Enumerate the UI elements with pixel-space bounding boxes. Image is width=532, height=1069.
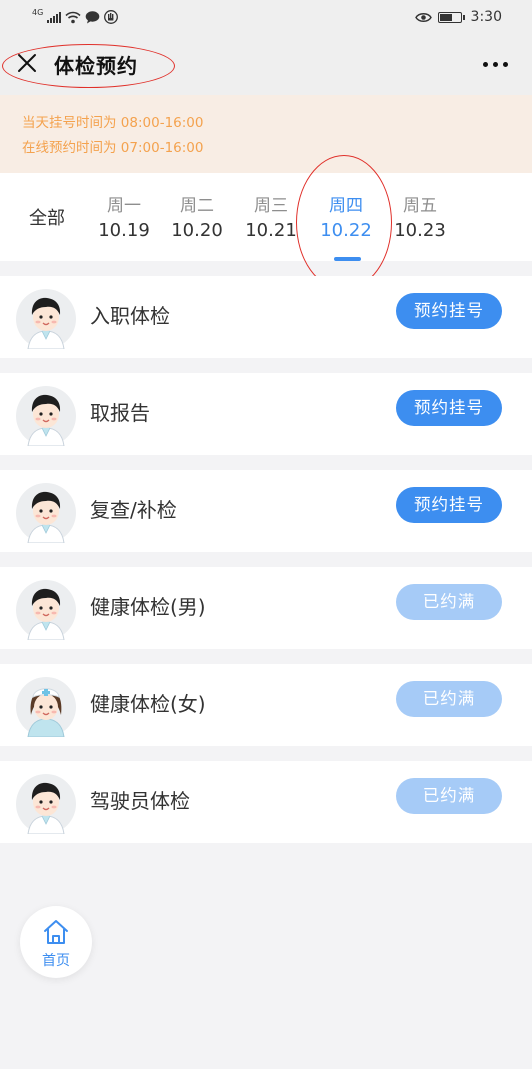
book-button[interactable]: 预约挂号 xyxy=(396,487,502,523)
chat-bubble-icon xyxy=(85,10,100,23)
date-tab-wed[interactable]: 周三 10.21 xyxy=(238,191,304,241)
hand-icon xyxy=(104,10,119,24)
service-item-health-male[interactable]: 健康体检(男) 已约满 xyxy=(0,567,532,649)
male-doctor-avatar xyxy=(16,580,76,640)
male-doctor-avatar xyxy=(16,483,76,543)
eye-icon xyxy=(414,12,432,22)
male-doctor-avatar xyxy=(16,774,76,834)
service-name: 复查/补检 xyxy=(90,498,177,522)
service-name: 健康体检(男) xyxy=(90,595,206,619)
home-button[interactable]: 首页 xyxy=(20,906,92,978)
weekday-label: 周一 xyxy=(107,196,141,216)
status-bar: 4G 3:30 xyxy=(0,0,532,34)
male-doctor-avatar xyxy=(16,289,76,349)
service-name: 健康体检(女) xyxy=(90,692,206,716)
service-item-onboarding[interactable]: 入职体检 预约挂号 xyxy=(0,276,532,358)
home-icon xyxy=(44,920,68,944)
date-label: 10.19 xyxy=(98,220,150,241)
service-item-report[interactable]: 取报告 预约挂号 xyxy=(0,373,532,455)
date-label: 10.23 xyxy=(394,220,446,241)
notice-line-1: 当天挂号时间为 08:00-16:00 xyxy=(22,115,204,131)
date-tab-tue[interactable]: 周二 10.20 xyxy=(164,191,230,241)
status-left: 4G xyxy=(32,7,119,24)
weekday-label: 周二 xyxy=(180,196,214,216)
status-time: 3:30 xyxy=(470,9,502,25)
date-tab-fri[interactable]: 周五 10.23 xyxy=(387,191,453,241)
female-nurse-avatar xyxy=(16,677,76,737)
service-item-driver[interactable]: 驾驶员体检 已约满 xyxy=(0,761,532,843)
date-tab-all[interactable]: 全部 xyxy=(29,204,65,230)
weekday-label: 周五 xyxy=(403,196,437,216)
date-filter-bar: 全部 周一 10.19 周二 10.20 周三 10.21 周四 10.22 周… xyxy=(0,173,532,261)
service-item-recheck[interactable]: 复查/补检 预约挂号 xyxy=(0,470,532,552)
fully-booked-button[interactable]: 已约满 xyxy=(396,778,502,814)
weekday-label: 周三 xyxy=(254,196,288,216)
service-name: 驾驶员体检 xyxy=(90,789,190,813)
date-label: 10.20 xyxy=(171,220,223,241)
service-name: 取报告 xyxy=(90,401,150,425)
fully-booked-button[interactable]: 已约满 xyxy=(396,584,502,620)
service-name: 入职体检 xyxy=(90,304,170,328)
wifi-icon xyxy=(65,11,81,23)
nav-bar: 体检预约 xyxy=(0,34,532,95)
book-button[interactable]: 预约挂号 xyxy=(396,390,502,426)
date-tab-mon[interactable]: 周一 10.19 xyxy=(91,191,157,241)
home-label: 首页 xyxy=(42,953,70,969)
more-icon[interactable] xyxy=(483,62,508,67)
male-doctor-avatar xyxy=(16,386,76,446)
signal-icon xyxy=(47,11,62,23)
book-button[interactable]: 预约挂号 xyxy=(396,293,502,329)
annotation-circle-title xyxy=(2,44,175,88)
battery-icon xyxy=(437,11,465,23)
network-type: 4G xyxy=(32,7,44,17)
annotation-circle-date xyxy=(296,155,392,290)
fully-booked-button[interactable]: 已约满 xyxy=(396,681,502,717)
notice-line-2: 在线预约时间为 07:00-16:00 xyxy=(22,140,204,156)
status-right: 3:30 xyxy=(414,9,502,25)
service-item-health-female[interactable]: 健康体检(女) 已约满 xyxy=(0,664,532,746)
date-label: 10.21 xyxy=(245,220,297,241)
booking-hours-notice: 当天挂号时间为 08:00-16:00 在线预约时间为 07:00-16:00 xyxy=(0,95,532,173)
